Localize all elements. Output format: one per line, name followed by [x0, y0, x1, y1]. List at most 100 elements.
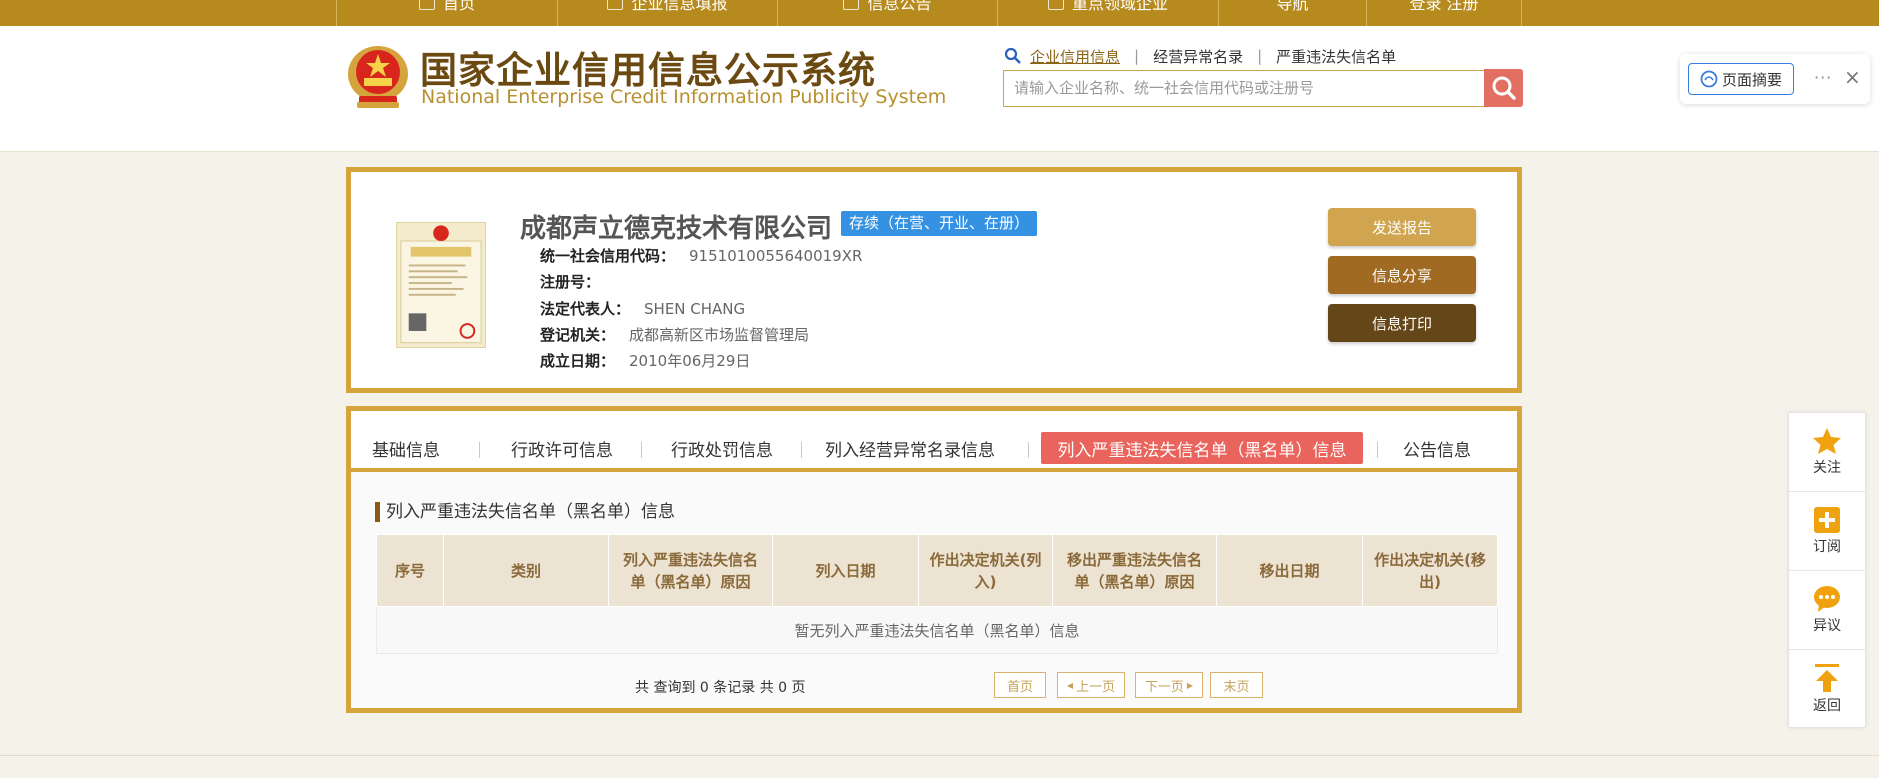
top-nav: 首页 企业信息填报 信息公告 重点领域企业 导航 登录 注册: [0, 0, 1879, 26]
search-input[interactable]: 请输入企业名称、统一社会信用代码或注册号: [1003, 70, 1486, 107]
search-tab-abnormal[interactable]: 经营异常名录: [1153, 46, 1243, 67]
subscribe-button[interactable]: 订阅: [1789, 492, 1865, 570]
nav-item-report[interactable]: 企业信息填报: [557, 0, 777, 26]
print-info-button[interactable]: 信息打印: [1328, 304, 1476, 342]
back-to-top-label: 返回: [1813, 698, 1841, 714]
star-icon: [1813, 428, 1841, 454]
business-license-image: [396, 222, 486, 348]
national-emblem-icon: [348, 46, 408, 108]
site-header: 国家企业信用信息公示系统 National Enterprise Credit …: [0, 26, 1879, 152]
info-label: 统一社会信用代码：: [540, 247, 676, 265]
section-title: 列入严重违法失信名单（黑名单）信息: [375, 502, 675, 522]
col-header-removal-reason: 移出严重违法失信名单（黑名单）原因: [1052, 534, 1217, 607]
divider: [641, 442, 642, 458]
status-badge: 存续（在营、开业、在册）: [841, 211, 1038, 236]
search-tab-blacklist[interactable]: 严重违法失信名单: [1276, 46, 1396, 67]
document-icon: [843, 0, 860, 10]
search-icon: [1492, 76, 1516, 100]
objection-label: 异议: [1813, 618, 1841, 634]
divider: [1377, 442, 1378, 458]
nav-item-label: 导航: [1276, 0, 1309, 13]
edit-icon: [607, 0, 624, 10]
search-tab-credit[interactable]: 企业信用信息: [1030, 46, 1120, 67]
pager-last-button[interactable]: 末页: [1210, 672, 1263, 698]
info-tabs-panel: 基础信息 行政许可信息 行政处罚信息 列入经营异常名录信息 列入严重违法失信名单…: [346, 406, 1522, 713]
divider: |: [1134, 47, 1140, 65]
arrow-up-icon: [1815, 664, 1839, 692]
info-reg-number: 注册号：: [540, 271, 614, 292]
nav-item-key-enterprise[interactable]: 重点领域企业: [997, 0, 1218, 26]
search-button[interactable]: [1484, 69, 1523, 107]
pager-prev-button[interactable]: ◀ 上一页: [1057, 672, 1125, 698]
follow-button[interactable]: 关注: [1789, 413, 1865, 491]
share-info-button[interactable]: 信息分享: [1328, 256, 1476, 294]
tab-admin-penalty[interactable]: 行政处罚信息: [667, 432, 777, 464]
nav-item-label: 首页: [442, 0, 475, 13]
chat-bubble-icon: [1814, 586, 1840, 612]
back-to-top-button[interactable]: 返回: [1789, 650, 1865, 728]
caret-right-icon: ▶: [1186, 680, 1194, 690]
nav-item-label: 企业信息填报: [631, 0, 728, 13]
company-card: 成都声立德克技术有限公司 存续（在营、开业、在册） 统一社会信用代码： 91510…: [346, 167, 1522, 393]
more-icon[interactable]: ···: [1814, 68, 1832, 87]
tab-bar: 基础信息 行政许可信息 行政处罚信息 列入经营异常名录信息 列入严重违法失信名单…: [351, 411, 1517, 472]
info-label: 成立日期：: [540, 352, 616, 370]
pager-prev-label: 上一页: [1076, 679, 1116, 695]
info-label: 法定代表人：: [540, 300, 631, 318]
info-credit-code: 统一社会信用代码： 9151010055640019XR: [540, 245, 862, 266]
summary-icon: [1700, 70, 1718, 88]
divider: [1028, 442, 1029, 458]
info-value: 2010年06月29日: [629, 352, 751, 370]
col-header-date: 列入日期: [772, 534, 919, 607]
info-authority: 登记机关： 成都高新区市场监督管理局: [540, 324, 809, 345]
nav-item-announcement[interactable]: 信息公告: [777, 0, 997, 26]
float-toolbar: 关注 订阅 异议 返回: [1788, 412, 1866, 728]
col-header-removal-date: 移出日期: [1216, 534, 1363, 607]
caret-left-icon: ◀: [1066, 680, 1074, 690]
col-header-category: 类别: [443, 534, 609, 607]
info-founded: 成立日期： 2010年06月29日: [540, 350, 750, 371]
tab-announcement[interactable]: 公告信息: [1399, 432, 1475, 464]
objection-button[interactable]: 异议: [1789, 571, 1865, 649]
subscribe-label: 订阅: [1813, 539, 1841, 555]
nav-item-login[interactable]: 登录 注册: [1366, 0, 1522, 26]
site-subtitle: National Enterprise Credit Information P…: [421, 86, 947, 108]
info-value: 成都高新区市场监督管理局: [629, 326, 810, 344]
nav-item-home[interactable]: 首页: [336, 0, 557, 26]
send-report-button[interactable]: 发送报告: [1328, 208, 1476, 246]
megaphone-icon: [1047, 0, 1064, 10]
search-tabs: 企业信用信息 | 经营异常名录 | 严重违法失信名单: [1004, 46, 1396, 66]
plus-box-icon: [1814, 507, 1840, 533]
info-value: SHEN CHANG: [644, 300, 746, 318]
pager-first-button[interactable]: 首页: [994, 672, 1046, 698]
tab-basic-info[interactable]: 基础信息: [366, 432, 446, 464]
info-label: 登记机关：: [540, 326, 616, 344]
blacklist-table: 序号 类别 列入严重违法失信名单（黑名单）原因 列入日期 作出决定机关(列入) …: [376, 534, 1498, 654]
search-small-icon: [1004, 47, 1021, 64]
pager-summary: 共 查询到 0 条记录 共 0 页: [635, 680, 806, 696]
col-header-reason: 列入严重违法失信名单（黑名单）原因: [608, 534, 773, 607]
company-name: 成都声立德克技术有限公司: [520, 214, 833, 244]
divider: [801, 442, 802, 458]
page-summary-button[interactable]: 页面摘要: [1688, 63, 1794, 95]
pager-next-button[interactable]: 下一页 ▶: [1135, 672, 1203, 698]
col-header-authority-out: 作出决定机关(移出): [1362, 534, 1498, 607]
col-header-index: 序号: [376, 534, 444, 607]
footer-divider: [0, 755, 1879, 756]
follow-label: 关注: [1813, 460, 1841, 476]
tab-admin-license[interactable]: 行政许可信息: [507, 432, 617, 464]
empty-state-text: 暂无列入严重违法失信名单（黑名单）信息: [376, 606, 1498, 654]
page-summary-widget: 页面摘要 ··· ×: [1680, 54, 1870, 104]
tab-blacklist[interactable]: 列入严重违法失信名单（黑名单）信息: [1041, 432, 1363, 464]
pager-next-label: 下一页: [1144, 679, 1184, 695]
nav-item-guide[interactable]: 导航: [1218, 0, 1366, 26]
nav-item-label: 信息公告: [867, 0, 932, 13]
home-icon: [418, 0, 435, 10]
close-icon[interactable]: ×: [1844, 65, 1861, 89]
info-value: 9151010055640019XR: [689, 247, 863, 265]
tab-abnormal-list[interactable]: 列入经营异常名录信息: [825, 432, 995, 464]
col-header-authority-in: 作出决定机关(列入): [918, 534, 1053, 607]
nav-item-label: 登录 注册: [1409, 0, 1479, 13]
page-summary-label: 页面摘要: [1721, 70, 1782, 89]
nav-item-label: 重点领域企业: [1071, 0, 1168, 13]
